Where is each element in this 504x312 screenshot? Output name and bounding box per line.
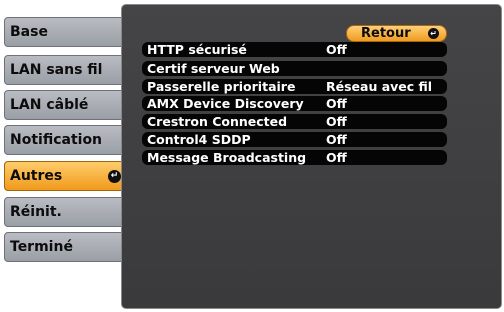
tab-label: LAN câblé [10,97,89,113]
menu-item-label: Crestron Connected [147,114,288,129]
menu-item-value: Off [326,114,347,129]
return-button[interactable]: Retour ↵ [346,25,447,42]
enter-icon: ↵ [108,170,121,183]
tab-label: Autres [10,168,63,184]
menu-item-amx-device-discovery[interactable]: AMX Device Discovery Off [142,96,447,111]
menu-item-label: Control4 SDDP [147,132,251,147]
menu-item-http-securise[interactable]: HTTP sécurisé Off [142,42,447,57]
menu-item-label: Passerelle prioritaire [147,79,296,94]
tab-lan-sans-fil[interactable]: LAN sans fil [4,55,128,85]
menu-item-value: Off [326,150,347,165]
menu-item-label: HTTP sécurisé [147,42,247,57]
menu-item-value: Off [326,96,347,111]
menu-item-value: Off [326,42,347,57]
tab-label: Terminé [10,239,73,255]
tab-autres[interactable]: Autres ↵ [4,161,128,191]
tab-label: Réinit. [10,204,62,220]
tab-base[interactable]: Base [4,17,128,47]
tab-label: LAN sans fil [10,62,103,78]
tab-label: Base [10,24,48,40]
menu-item-control4-sddp[interactable]: Control4 SDDP Off [142,132,447,147]
enter-icon: ↵ [428,28,439,39]
menu-item-certif-serveur-web[interactable]: Certif serveur Web [142,61,447,76]
menu-item-label: Message Broadcasting [147,150,307,165]
tab-reinit[interactable]: Réinit. [4,197,128,227]
menu-item-passerelle-prioritaire[interactable]: Passerelle prioritaire Réseau avec fil [142,79,447,94]
menu-item-crestron-connected[interactable]: Crestron Connected Off [142,114,447,129]
menu-item-label: Certif serveur Web [147,61,280,76]
tab-lan-cable[interactable]: LAN câblé [4,90,128,120]
tab-notification[interactable]: Notification [4,125,128,155]
menu-item-message-broadcasting[interactable]: Message Broadcasting Off [142,150,447,165]
menu-item-label: AMX Device Discovery [147,96,304,111]
tab-termine[interactable]: Terminé [4,232,128,262]
menu-item-value: Off [326,132,347,147]
return-label: Retour [361,26,411,41]
menu-item-value: Réseau avec fil [326,79,433,94]
tab-label: Notification [10,132,103,148]
